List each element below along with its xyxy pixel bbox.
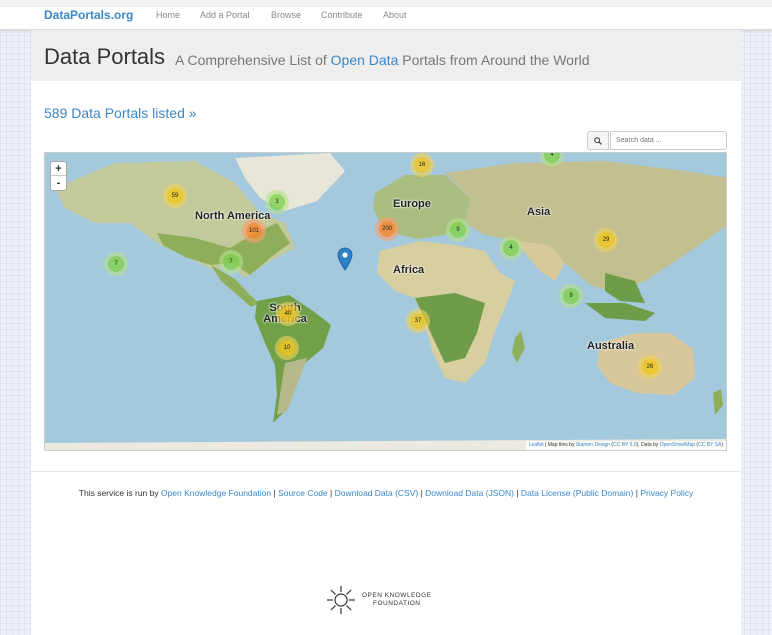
- cluster-oceania[interactable]: 26: [638, 355, 662, 379]
- portal-count-link[interactable]: 589 Data Portals listed »: [44, 105, 197, 121]
- footer-sep: |: [327, 488, 335, 498]
- cluster-count: 37: [410, 313, 426, 329]
- cluster-count: 7: [108, 256, 124, 272]
- page-title: Data Portals: [44, 44, 166, 69]
- open-data-link[interactable]: Open Data: [331, 52, 399, 68]
- okf-logo[interactable]: OPEN KNOWLEDGE FOUNDATION: [325, 583, 449, 617]
- portal-map[interactable]: + - North America South America Europe A…: [44, 152, 727, 451]
- cluster-scandinavia[interactable]: 16: [410, 153, 434, 177]
- attribution-text: ). Data by: [636, 442, 660, 448]
- label-australia: Australia: [587, 340, 635, 352]
- cluster-southeast-asia[interactable]: 9: [559, 284, 583, 308]
- nav-browse[interactable]: Browse: [271, 10, 301, 20]
- cluster-count: 26: [642, 359, 658, 375]
- download-json-link[interactable]: Download Data (JSON): [425, 488, 514, 498]
- world-map-base: [45, 153, 726, 450]
- okfn-link[interactable]: Open Knowledge Foundation: [161, 488, 271, 498]
- cc-by-link[interactable]: CC BY 3.0: [613, 442, 637, 448]
- cluster-india[interactable]: 4: [499, 236, 523, 260]
- brand-link[interactable]: DataPortals.org: [44, 8, 133, 22]
- cluster-count: 101: [246, 223, 262, 239]
- label-africa: Africa: [393, 264, 425, 276]
- main-container: Data Portals A Comprehensive List of Ope…: [31, 30, 741, 635]
- cluster-greenland[interactable]: 3: [265, 190, 289, 214]
- search-icon: [594, 136, 602, 145]
- cluster-count: 4: [503, 240, 519, 256]
- nav-about[interactable]: About: [383, 10, 407, 20]
- page-header: Data Portals A Comprehensive List of Ope…: [31, 30, 741, 81]
- footer-intro: This service is run by: [78, 488, 161, 498]
- search-input[interactable]: [610, 131, 727, 150]
- cluster-count: 40: [280, 306, 296, 322]
- cluster-southern-africa[interactable]: 37: [406, 309, 430, 333]
- nav-home[interactable]: Home: [156, 10, 180, 20]
- leaflet-link[interactable]: Leaflet: [529, 442, 544, 448]
- privacy-policy-link[interactable]: Privacy Policy: [640, 488, 693, 498]
- navbar: DataPortals.org Home Add a Portal Browse…: [0, 7, 772, 30]
- zoom-out-button[interactable]: -: [51, 176, 66, 190]
- label-europe: Europe: [393, 198, 431, 210]
- cluster-count: 10: [279, 340, 295, 356]
- cluster-count: 9: [563, 288, 579, 304]
- okf-logo-line2: FOUNDATION: [372, 600, 421, 607]
- data-license-link[interactable]: Data License (Public Domain): [521, 488, 633, 498]
- subtitle-text-pre: A Comprehensive List of: [175, 52, 331, 68]
- okf-logo-text: OPEN KNOWLEDGE FOUNDATION: [362, 592, 431, 608]
- cluster-east-asia[interactable]: 29: [594, 228, 618, 252]
- label-asia: Asia: [527, 206, 551, 218]
- cluster-usa[interactable]: 101: [242, 219, 266, 243]
- cluster-count: 59: [167, 188, 183, 204]
- cluster-count: 9: [450, 222, 466, 238]
- top-strip: [0, 0, 772, 7]
- okf-logo-line1: OPEN KNOWLEDGE: [362, 592, 432, 599]
- cluster-canada[interactable]: 59: [163, 184, 187, 208]
- cluster-mexico[interactable]: 7: [219, 250, 243, 274]
- openstreetmap-link[interactable]: OpenStreetMap: [660, 442, 695, 448]
- page-subtitle: A Comprehensive List of Open Data Portal…: [175, 52, 590, 68]
- download-csv-link[interactable]: Download Data (CSV): [335, 488, 419, 498]
- cluster-count: 29: [598, 232, 614, 248]
- map-marker-icon[interactable]: [337, 247, 353, 271]
- footer-divider: [31, 471, 741, 472]
- cluster-south-america-north[interactable]: 40: [276, 302, 300, 326]
- search-button[interactable]: [587, 131, 609, 150]
- cluster-count: 16: [414, 157, 430, 173]
- cluster-count: 4: [544, 153, 560, 163]
- cluster-hawaii[interactable]: 7: [104, 252, 128, 276]
- cluster-count: 3: [269, 194, 285, 210]
- cluster-europe[interactable]: 200: [375, 217, 399, 241]
- attribution-text: | Map tiles by: [543, 442, 576, 448]
- zoom-control: + -: [50, 161, 67, 191]
- cluster-count: 200: [379, 221, 395, 237]
- cluster-middle-east[interactable]: 9: [446, 218, 470, 242]
- footer: This service is run by Open Knowledge Fo…: [45, 487, 727, 500]
- cluster-count: 7: [223, 254, 239, 270]
- attribution-text: ): [721, 442, 723, 448]
- nav-contribute[interactable]: Contribute: [321, 10, 363, 20]
- map-attribution: Leaflet | Map tiles by Stamen Design (CC…: [525, 441, 726, 450]
- subtitle-text-post: Portals from Around the World: [398, 52, 590, 68]
- cluster-south-america-south[interactable]: 10: [275, 336, 299, 360]
- okf-logo-icon: [327, 586, 355, 614]
- source-code-link[interactable]: Source Code: [278, 488, 328, 498]
- cc-by-sa-link[interactable]: CC BY SA: [698, 442, 721, 448]
- zoom-in-button[interactable]: +: [51, 162, 66, 176]
- nav-add-portal[interactable]: Add a Portal: [200, 10, 250, 20]
- footer-sep: |: [513, 488, 521, 498]
- footer-sep: |: [271, 488, 279, 498]
- stamen-link[interactable]: Stamen Design: [576, 442, 610, 448]
